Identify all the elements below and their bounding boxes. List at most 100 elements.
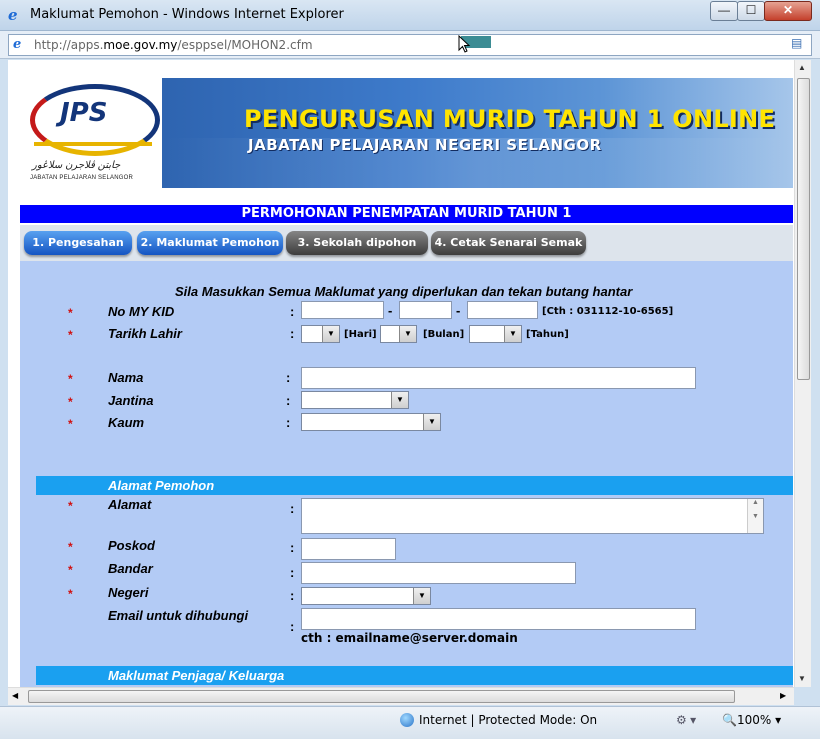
banner-artwork: PENGURUSAN MURID TAHUN 1 ONLINE JABATAN …: [162, 78, 793, 188]
logo-subtitle: JABATAN PELAJARAN SELANGOR: [30, 175, 134, 181]
required-marker: *: [68, 563, 73, 577]
security-zone[interactable]: Internet | Protected Mode: On: [400, 713, 597, 727]
section-maklumat-penjaga: Maklumat Penjaga/ Keluarga: [36, 666, 793, 685]
banner-subtitle: JABATAN PELAJARAN NEGERI SELANGOR: [248, 136, 602, 154]
email-hint: cth : emailname@server.domain: [301, 631, 518, 645]
required-marker: *: [68, 395, 73, 409]
chevron-down-icon[interactable]: ▼: [504, 326, 521, 342]
chevron-down-icon[interactable]: ▼: [322, 326, 339, 342]
colon: :: [290, 304, 295, 319]
url-suffix: /esppsel/MOHON2.cfm: [177, 38, 313, 52]
colon: :: [286, 370, 291, 385]
year-label: [Tahun]: [526, 329, 569, 340]
colon: :: [290, 565, 295, 580]
email-label: Email untuk dihubungi: [108, 608, 249, 623]
scroll-up-icon[interactable]: ▲: [798, 63, 806, 72]
scroll-right-icon[interactable]: ▶: [780, 691, 786, 700]
url-prefix: http://apps.: [34, 38, 104, 52]
mouse-cursor-icon: [458, 35, 471, 53]
address-bar: e http://apps.moe.gov.my/esppsel/MOHON2.…: [0, 31, 820, 59]
page-viewport: JPS جابتن ڤلاجرن سلاڠور JABATAN PELAJARA…: [8, 60, 794, 687]
colon: :: [286, 415, 291, 430]
tab-sekolah-dipohon[interactable]: 3. Sekolah dipohon: [286, 231, 428, 255]
scroll-left-icon[interactable]: ◀: [12, 691, 18, 700]
h-scroll-thumb[interactable]: [28, 690, 735, 703]
address-input[interactable]: e http://apps.moe.gov.my/esppsel/MOHON2.…: [8, 34, 812, 56]
page-icon: e: [13, 37, 22, 52]
globe-icon: [400, 713, 414, 727]
required-marker: *: [68, 540, 73, 554]
vertical-scrollbar[interactable]: ▲ ▼: [794, 60, 811, 687]
required-marker: *: [68, 328, 73, 342]
dob-month-select[interactable]: ▼: [380, 325, 417, 343]
alamat-label: Alamat: [108, 497, 152, 512]
window-titlebar: e Maklumat Pemohon - Windows Internet Ex…: [0, 0, 820, 31]
zone-text: Internet | Protected Mode: On: [419, 713, 598, 727]
status-bar: Internet | Protected Mode: On ⚙ ▾ 🔍100% …: [0, 706, 820, 739]
scroll-down-icon[interactable]: ▼: [798, 674, 806, 683]
mykid-part2-input[interactable]: [399, 301, 452, 319]
required-marker: *: [68, 587, 73, 601]
section-alamat-pemohon: Alamat Pemohon: [36, 476, 793, 495]
required-marker: *: [68, 417, 73, 431]
dob-label: Tarikh Lahir: [108, 326, 182, 341]
textarea-scrollbar[interactable]: ▲ ▼: [747, 499, 763, 533]
mykid-part3-input[interactable]: [467, 301, 538, 319]
minimize-button[interactable]: —: [710, 1, 738, 21]
colon: :: [286, 393, 291, 408]
tab-pengesahan[interactable]: 1. Pengesahan: [24, 231, 132, 255]
chevron-down-icon[interactable]: ▼: [391, 392, 408, 408]
day-label: [Hari]: [344, 329, 377, 340]
section-title: Alamat Pemohon: [108, 478, 215, 493]
compatibility-view-icon[interactable]: ▤: [791, 36, 807, 52]
protected-mode-icon[interactable]: ⚙ ▾: [676, 713, 696, 727]
tab-cetak-senarai-semak[interactable]: 4. Cetak Senarai Semak: [431, 231, 586, 255]
colon: :: [290, 501, 295, 516]
logo-swoosh: [34, 142, 152, 146]
bandar-input[interactable]: [301, 562, 576, 584]
zoom-value: 100%: [736, 713, 772, 727]
maximize-button[interactable]: ☐: [737, 1, 765, 21]
colon: :: [290, 619, 295, 634]
required-marker: *: [68, 306, 73, 320]
kaum-select[interactable]: ▼: [301, 413, 441, 431]
nama-label: Nama: [108, 370, 144, 385]
banner-title: PENGURUSAN MURID TAHUN 1 ONLINE: [244, 105, 776, 133]
header-banner: JPS جابتن ڤلاجرن سلاڠور JABATAN PELAJARA…: [20, 78, 793, 188]
poskod-label: Poskod: [108, 538, 155, 553]
alamat-textarea[interactable]: ▲ ▼: [301, 498, 764, 534]
horizontal-scrollbar[interactable]: ◀ ▶: [8, 687, 794, 705]
bandar-label: Bandar: [108, 561, 153, 576]
mykid-part1-input[interactable]: [301, 301, 384, 319]
form-title: PERMOHONAN PENEMPATAN MURID TAHUN 1: [20, 205, 793, 223]
colon: :: [290, 326, 295, 341]
jantina-label: Jantina: [108, 393, 154, 408]
dob-day-select[interactable]: ▼: [301, 325, 340, 343]
nama-input[interactable]: [301, 367, 696, 389]
scroll-thumb[interactable]: [797, 78, 810, 380]
close-button[interactable]: ✕: [764, 1, 812, 21]
window-title: Maklumat Pemohon - Windows Internet Expl…: [30, 7, 344, 22]
dob-year-select[interactable]: ▼: [469, 325, 522, 343]
colon: :: [290, 540, 295, 555]
jps-logo: JPS جابتن ڤلاجرن سلاڠور JABATAN PELAJARA…: [20, 78, 162, 188]
chevron-down-icon[interactable]: ▼: [399, 326, 416, 342]
mykid-example: [Cth : 031112-10-6565]: [542, 306, 674, 317]
negeri-label: Negeri: [108, 585, 149, 600]
step-tabs: 1. Pengesahan 2. Maklumat Pemohon 3. Sek…: [20, 225, 793, 261]
required-marker: *: [68, 499, 73, 513]
colon: :: [290, 588, 295, 603]
negeri-select[interactable]: ▼: [301, 587, 431, 605]
month-label: [Bulan]: [423, 329, 465, 340]
mykid-separator: -: [456, 303, 461, 318]
section-title: Maklumat Penjaga/ Keluarga: [108, 668, 285, 683]
form-area: Sila Masukkan Semua Maklumat yang diperl…: [20, 261, 793, 687]
jantina-select[interactable]: ▼: [301, 391, 409, 409]
chevron-down-icon[interactable]: ▼: [413, 588, 430, 604]
zoom-level[interactable]: 🔍100% ▾: [722, 713, 781, 727]
poskod-input[interactable]: [301, 538, 396, 560]
email-input[interactable]: [301, 608, 696, 630]
tab-maklumat-pemohon[interactable]: 2. Maklumat Pemohon: [137, 231, 283, 255]
ie-logo-icon: e: [8, 6, 18, 24]
chevron-down-icon[interactable]: ▼: [423, 414, 440, 430]
